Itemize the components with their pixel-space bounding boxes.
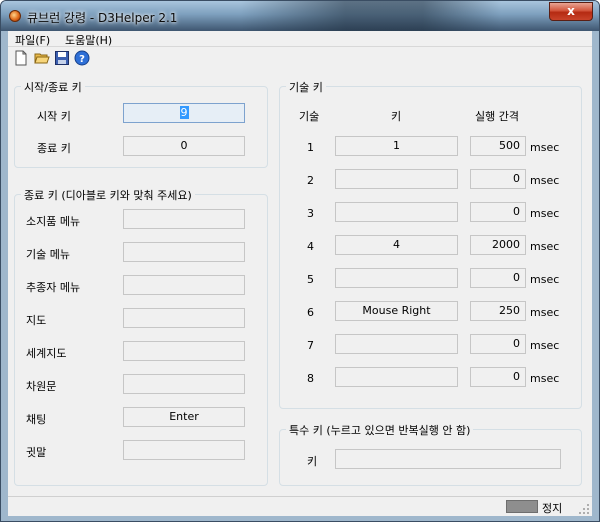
title-bar[interactable]: 큐브런 강령 - D3Helper 2.1 x (1, 1, 599, 31)
cancel-row-input[interactable] (123, 374, 245, 394)
skill-interval-input[interactable]: 0 (470, 169, 526, 189)
cancel-row-label: 귓말 (26, 446, 47, 459)
skill-number: 2 (307, 174, 314, 187)
col-interval-header: 실행 간격 (475, 110, 519, 123)
skill-key-input[interactable]: Mouse Right (335, 301, 458, 321)
interval-unit: msec (530, 141, 560, 154)
interval-unit: msec (530, 207, 560, 220)
stop-key-label: 종료 키 (37, 142, 71, 155)
skill-number: 3 (307, 207, 314, 220)
cancel-row-label: 채팅 (26, 413, 47, 426)
save-icon[interactable] (54, 50, 70, 66)
skill-key-input[interactable] (335, 268, 458, 288)
skill-key-input[interactable]: 4 (335, 235, 458, 255)
cancel-row-input[interactable] (123, 209, 245, 229)
skill-number: 4 (307, 240, 314, 253)
special-key-label: 키 (307, 455, 318, 468)
col-skill-header: 기술 (299, 110, 320, 123)
client-area: 파일(F) 도움말(H) ? 시작/종료 키 시작 키 9 종료 키 0 종료 … (8, 31, 592, 516)
interval-unit: msec (530, 339, 560, 352)
special-key-title: 특수 키 (누르고 있으면 반복실행 안 함) (286, 422, 474, 438)
cancel-row-input[interactable] (123, 440, 245, 460)
interval-unit: msec (530, 240, 560, 253)
skill-interval-input[interactable]: 250 (470, 301, 526, 321)
toolbar: ? (8, 48, 592, 68)
skill-number: 8 (307, 372, 314, 385)
skill-key-input[interactable] (335, 367, 458, 387)
cancel-row-label: 차원문 (26, 380, 57, 393)
cancel-keys-title: 종료 키 (디아블로 키와 맞춰 주세요) (21, 187, 195, 203)
cancel-row-input[interactable] (123, 341, 245, 361)
skill-interval-input[interactable]: 0 (470, 268, 526, 288)
skill-key-input[interactable] (335, 169, 458, 189)
skill-keys-title: 기술 키 (286, 79, 326, 95)
close-button[interactable]: x (549, 2, 593, 21)
cancel-row-input[interactable]: Enter (123, 407, 245, 427)
interval-unit: msec (530, 273, 560, 286)
col-key-header: 키 (391, 110, 402, 123)
start-key-label: 시작 키 (37, 110, 71, 123)
cancel-row-label: 지도 (26, 314, 47, 327)
status-indicator (506, 500, 538, 513)
skill-key-input[interactable]: 1 (335, 136, 458, 156)
menu-file[interactable]: 파일(F) (15, 32, 50, 48)
skill-key-input[interactable] (335, 334, 458, 354)
skill-number: 5 (307, 273, 314, 286)
cancel-row-label: 기술 메뉴 (26, 248, 70, 261)
window-title: 큐브런 강령 - D3Helper 2.1 (27, 11, 178, 25)
skill-number: 7 (307, 339, 314, 352)
skill-interval-input[interactable]: 2000 (470, 235, 526, 255)
new-file-icon[interactable] (13, 50, 29, 66)
cancel-row-input[interactable] (123, 275, 245, 295)
skill-interval-input[interactable]: 500 (470, 136, 526, 156)
skill-number: 6 (307, 306, 314, 319)
svg-text:?: ? (79, 54, 85, 65)
cancel-row-label: 추종자 메뉴 (26, 281, 81, 294)
help-icon[interactable]: ? (74, 50, 90, 66)
resize-grip-icon[interactable] (578, 503, 590, 515)
stop-key-input[interactable]: 0 (123, 136, 245, 156)
skill-number: 1 (307, 141, 314, 154)
skill-interval-input[interactable]: 0 (470, 202, 526, 222)
cancel-row-label: 세계지도 (26, 347, 67, 360)
skill-key-input[interactable] (335, 202, 458, 222)
cancel-row-label: 소지품 메뉴 (26, 215, 81, 228)
app-window: 큐브런 강령 - D3Helper 2.1 x 파일(F) 도움말(H) ? 시… (0, 0, 600, 522)
app-icon[interactable] (9, 10, 21, 22)
start-key-input[interactable]: 9 (123, 103, 245, 123)
start-key-value: 9 (179, 106, 189, 119)
interval-unit: msec (530, 306, 560, 319)
menu-bar: 파일(F) 도움말(H) (8, 31, 592, 47)
interval-unit: msec (530, 174, 560, 187)
skill-interval-input[interactable]: 0 (470, 334, 526, 354)
open-folder-icon[interactable] (34, 50, 50, 66)
status-text: 정지 (542, 502, 563, 515)
interval-unit: msec (530, 372, 560, 385)
special-key-input[interactable] (335, 449, 561, 469)
skill-interval-input[interactable]: 0 (470, 367, 526, 387)
status-bar: 정지 (8, 496, 592, 516)
cancel-row-input[interactable] (123, 242, 245, 262)
menu-help[interactable]: 도움말(H) (65, 32, 112, 48)
start-stop-title: 시작/종료 키 (21, 79, 85, 95)
title-bar-background (241, 1, 501, 31)
cancel-row-input[interactable] (123, 308, 245, 328)
